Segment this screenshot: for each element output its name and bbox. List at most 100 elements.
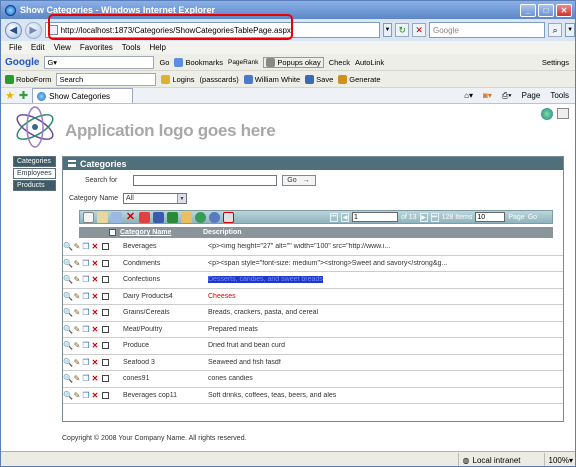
page-size-input[interactable]: 10 [475,212,506,222]
menu-tools[interactable]: Tools [122,43,141,52]
roboform-search-input[interactable]: Search [56,72,157,86]
delete-row-icon[interactable]: ✕ [91,358,99,367]
address-dropdown-button[interactable]: ▼ [382,23,393,37]
pdf-icon[interactable] [139,211,150,223]
feeds-icon[interactable]: ◙▾ [483,91,492,101]
copy-row-icon[interactable]: ❐ [82,308,90,317]
new-icon[interactable] [83,211,94,223]
bookmarks-button[interactable]: Bookmarks [174,57,223,67]
view-icon[interactable]: 🔍 [63,341,73,350]
page-menu[interactable]: Page [522,91,541,101]
copy-row-icon[interactable]: ❐ [82,374,90,383]
favorites-star-icon[interactable]: ★ [5,89,15,102]
edit-row-icon[interactable]: ✎ [73,325,81,334]
menu-favorites[interactable]: Favorites [80,43,113,52]
first-page-button[interactable]: ⏮ [330,212,338,222]
print-page-icon[interactable] [557,108,569,119]
row-checkbox[interactable] [102,391,109,399]
check-button[interactable]: Check [329,58,350,67]
copy-row-icon[interactable]: ❐ [82,242,90,251]
prev-page-button[interactable]: ◀ [341,212,349,222]
print-icon[interactable]: ⎙▾ [502,91,512,101]
edit-icon[interactable] [97,211,108,223]
refresh-grid-icon[interactable] [195,211,206,223]
copy-row-icon[interactable]: ❐ [82,259,90,268]
passcards-label[interactable]: (passcards) [200,75,239,84]
view-icon[interactable]: 🔍 [63,358,73,367]
generate-button[interactable]: Generate [338,74,381,84]
back-button[interactable]: ◀ [5,21,22,39]
tools-menu[interactable]: Tools [550,91,569,101]
search-dropdown[interactable]: ▼ [565,23,575,37]
browser-tab[interactable]: Show Categories [32,88,134,103]
edit-row-icon[interactable]: ✎ [73,341,81,350]
row-checkbox[interactable] [102,243,109,251]
reset-icon[interactable] [209,211,220,223]
copy-row-icon[interactable]: ❐ [82,391,90,400]
menu-help[interactable]: Help [149,43,165,52]
search-icon[interactable]: ⌕ [548,23,563,37]
delete-row-icon[interactable]: ✕ [91,341,99,350]
column-category-name[interactable]: Category Name [120,229,203,236]
row-checkbox[interactable] [102,325,109,333]
roboform-button[interactable]: RoboForm [5,74,51,84]
copy-row-icon[interactable]: ❐ [82,341,90,350]
word-icon[interactable] [153,211,164,223]
delete-row-icon[interactable]: ✕ [91,325,99,334]
delete-row-icon[interactable]: ✕ [91,391,99,400]
logins-button[interactable]: Logins [161,74,195,84]
row-checkbox[interactable] [102,342,109,350]
forward-button[interactable]: ▶ [24,21,42,39]
row-checkbox[interactable] [102,276,109,284]
edit-row-icon[interactable]: ✎ [73,292,81,301]
settings-button[interactable]: Settings [542,58,575,67]
edit-row-icon[interactable]: ✎ [73,374,81,383]
autolink-button[interactable]: AutoLink [355,58,384,67]
filter-off-icon[interactable] [223,211,234,223]
row-checkbox[interactable] [102,309,109,317]
delete-row-icon[interactable]: ✕ [91,275,99,284]
edit-row-icon[interactable]: ✎ [73,308,81,317]
maximize-button[interactable]: □ [538,3,554,17]
select-all-checkbox[interactable] [109,229,116,236]
view-icon[interactable]: 🔍 [63,292,73,301]
import-icon[interactable] [181,211,192,223]
view-icon[interactable]: 🔍 [63,242,73,251]
close-button[interactable]: ✕ [556,3,572,17]
row-checkbox[interactable] [102,375,109,383]
copy-row-icon[interactable]: ❐ [82,358,90,367]
search-go-button[interactable]: Go → [282,175,317,186]
edit-row-icon[interactable]: ✎ [73,391,81,400]
row-checkbox[interactable] [102,358,109,366]
menu-file[interactable]: File [9,43,22,52]
save-button[interactable]: Save [305,74,333,84]
nav-categories[interactable]: Categories [13,156,56,167]
row-checkbox[interactable] [102,292,109,300]
view-icon[interactable]: 🔍 [63,374,73,383]
menu-edit[interactable]: Edit [31,43,45,52]
page-number-input[interactable]: 1 [352,212,398,222]
google-go-button[interactable]: Go [159,58,169,67]
google-search-input[interactable]: G▾ [44,55,155,69]
delete-row-icon[interactable]: ✕ [91,292,99,301]
edit-row-icon[interactable]: ✎ [73,358,81,367]
last-page-button[interactable]: ⏭ [430,212,439,222]
identity-button[interactable]: William White [243,74,300,84]
delete-icon[interactable]: ✕ [125,211,136,223]
globe-icon[interactable] [541,108,553,120]
search-input[interactable]: Google [429,22,546,38]
zoom-control[interactable]: 100% ▾ [543,453,575,466]
search-text-input[interactable] [133,175,278,186]
delete-row-icon[interactable]: ✕ [91,242,99,251]
delete-row-icon[interactable]: ✕ [91,374,99,383]
delete-row-icon[interactable]: ✕ [91,308,99,317]
copy-icon[interactable] [111,211,122,223]
excel-icon[interactable] [167,211,178,223]
edit-row-icon[interactable]: ✎ [73,259,81,268]
refresh-button[interactable]: ↻ [395,23,410,37]
view-icon[interactable]: 🔍 [63,391,73,400]
category-select[interactable]: All ▼ [123,193,188,204]
edit-row-icon[interactable]: ✎ [73,275,81,284]
minimize-button[interactable]: _ [520,3,536,17]
next-page-button[interactable]: ▶ [419,212,428,222]
